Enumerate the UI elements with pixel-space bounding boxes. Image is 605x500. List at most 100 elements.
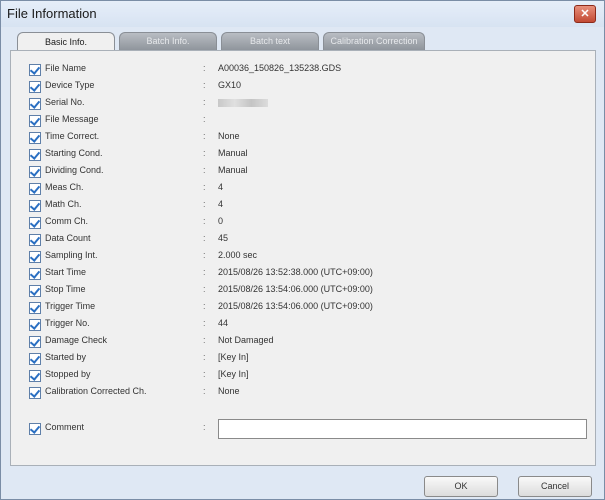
stop-time-checkbox[interactable]: [29, 285, 41, 297]
field-row-starting-cond: Starting Cond. : Manual: [11, 147, 595, 163]
field-value: 44: [218, 318, 229, 328]
field-row-stopped-by: Stopped by : [Key In]: [11, 368, 595, 384]
math-ch-checkbox[interactable]: [29, 200, 41, 212]
field-label: Stopped by: [45, 369, 91, 379]
file-information-dialog: File Information ✕ Basic Info. Batch Inf…: [0, 0, 605, 500]
stopped-by-checkbox[interactable]: [29, 370, 41, 382]
field-label: Math Ch.: [45, 199, 82, 209]
redacted-serial-value: [218, 99, 268, 107]
field-value: 4: [218, 199, 224, 209]
title-bar: File Information ✕: [1, 1, 604, 27]
sampling-int-checkbox[interactable]: [29, 251, 41, 263]
field-row-meas-ch: Meas Ch. : 4: [11, 181, 595, 197]
field-row-file-message: File Message :: [11, 113, 595, 129]
close-button[interactable]: ✕: [574, 5, 596, 23]
field-value: 4: [218, 182, 224, 192]
field-row-device-type: Device Type : GX10: [11, 79, 595, 95]
field-row-start-time: Start Time : 2015/08/26 13:52:38.000 (UT…: [11, 266, 595, 282]
field-row-math-ch: Math Ch. : 4: [11, 198, 595, 214]
file-name-checkbox[interactable]: [29, 64, 41, 76]
field-label: Stop Time: [45, 284, 86, 294]
basic-info-panel: File Name : A00036_150826_135238.GDS Dev…: [10, 50, 596, 466]
trigger-no-checkbox[interactable]: [29, 319, 41, 331]
colon-separator: :: [203, 250, 206, 260]
colon-separator: :: [203, 165, 206, 175]
field-value: [Key In]: [218, 369, 249, 379]
field-row-started-by: Started by : [Key In]: [11, 351, 595, 367]
field-label: Damage Check: [45, 335, 108, 345]
field-value: Not Damaged: [218, 335, 274, 345]
colon-separator: :: [203, 233, 206, 243]
field-value: Manual: [218, 148, 248, 158]
field-value: [Key In]: [218, 352, 249, 362]
ok-button[interactable]: OK: [424, 476, 498, 497]
colon-separator: :: [203, 216, 206, 226]
field-value: Manual: [218, 165, 248, 175]
field-row-trigger-no: Trigger No. : 44: [11, 317, 595, 333]
calibration-corrected-ch-checkbox[interactable]: [29, 387, 41, 399]
field-row-calibration-corrected-ch: Calibration Corrected Ch. : None: [11, 385, 595, 401]
field-value: 45: [218, 233, 229, 243]
colon-separator: :: [203, 182, 206, 192]
colon-separator: :: [203, 422, 206, 432]
field-row-serial-no: Serial No. :: [11, 96, 595, 112]
field-row-dividing-cond: Dividing Cond. : Manual: [11, 164, 595, 180]
dialog-title: File Information: [7, 6, 97, 21]
trigger-time-checkbox[interactable]: [29, 302, 41, 314]
field-label: Start Time: [45, 267, 87, 277]
colon-separator: :: [203, 97, 206, 107]
field-value: GX10: [218, 80, 242, 90]
field-row-comm-ch: Comm Ch. : 0: [11, 215, 595, 231]
field-row-stop-time: Stop Time : 2015/08/26 13:54:06.000 (UTC…: [11, 283, 595, 299]
meas-ch-checkbox[interactable]: [29, 183, 41, 195]
dividing-cond-checkbox[interactable]: [29, 166, 41, 178]
comm-ch-checkbox[interactable]: [29, 217, 41, 229]
cancel-button[interactable]: Cancel: [518, 476, 592, 497]
colon-separator: :: [203, 335, 206, 345]
colon-separator: :: [203, 131, 206, 141]
device-type-checkbox[interactable]: [29, 81, 41, 93]
data-count-checkbox[interactable]: [29, 234, 41, 246]
comment-label: Comment: [45, 422, 85, 432]
comment-row: Comment :: [11, 419, 595, 439]
field-label: Serial No.: [45, 97, 85, 107]
damage-check-checkbox[interactable]: [29, 336, 41, 348]
colon-separator: :: [203, 284, 206, 294]
field-value: 2015/08/26 13:54:06.000 (UTC+09:00): [218, 284, 373, 294]
colon-separator: :: [203, 318, 206, 328]
comment-input[interactable]: [218, 419, 587, 439]
file-message-checkbox[interactable]: [29, 115, 41, 127]
field-label: Device Type: [45, 80, 95, 90]
colon-separator: :: [203, 386, 206, 396]
serial-no-checkbox[interactable]: [29, 98, 41, 110]
tab-batch-text[interactable]: Batch text: [221, 32, 319, 50]
field-label: Time Correct.: [45, 131, 100, 141]
colon-separator: :: [203, 369, 206, 379]
field-label: Comm Ch.: [45, 216, 89, 226]
field-label: Trigger No.: [45, 318, 90, 328]
colon-separator: :: [203, 301, 206, 311]
tab-basic-info[interactable]: Basic Info.: [17, 32, 115, 52]
close-icon: ✕: [580, 8, 590, 20]
field-row-data-count: Data Count : 45: [11, 232, 595, 248]
tab-batch-info[interactable]: Batch Info.: [119, 32, 217, 50]
field-label: Sampling Int.: [45, 250, 98, 260]
field-label: Calibration Corrected Ch.: [45, 386, 147, 396]
field-row-trigger-time: Trigger Time : 2015/08/26 13:54:06.000 (…: [11, 300, 595, 316]
field-label: Starting Cond.: [45, 148, 103, 158]
field-label: Meas Ch.: [45, 182, 84, 192]
field-label: Started by: [45, 352, 87, 362]
field-label: Trigger Time: [45, 301, 96, 311]
field-label: File Name: [45, 63, 87, 73]
time-correct-checkbox[interactable]: [29, 132, 41, 144]
tab-calibration-correction[interactable]: Calibration Correction: [323, 32, 425, 50]
comment-checkbox[interactable]: [29, 423, 41, 435]
field-value: A00036_150826_135238.GDS: [218, 63, 342, 73]
field-label: Data Count: [45, 233, 91, 243]
field-value: None: [218, 131, 240, 141]
start-time-checkbox[interactable]: [29, 268, 41, 280]
field-row-time-correct: Time Correct. : None: [11, 130, 595, 146]
colon-separator: :: [203, 114, 206, 124]
started-by-checkbox[interactable]: [29, 353, 41, 365]
starting-cond-checkbox[interactable]: [29, 149, 41, 161]
